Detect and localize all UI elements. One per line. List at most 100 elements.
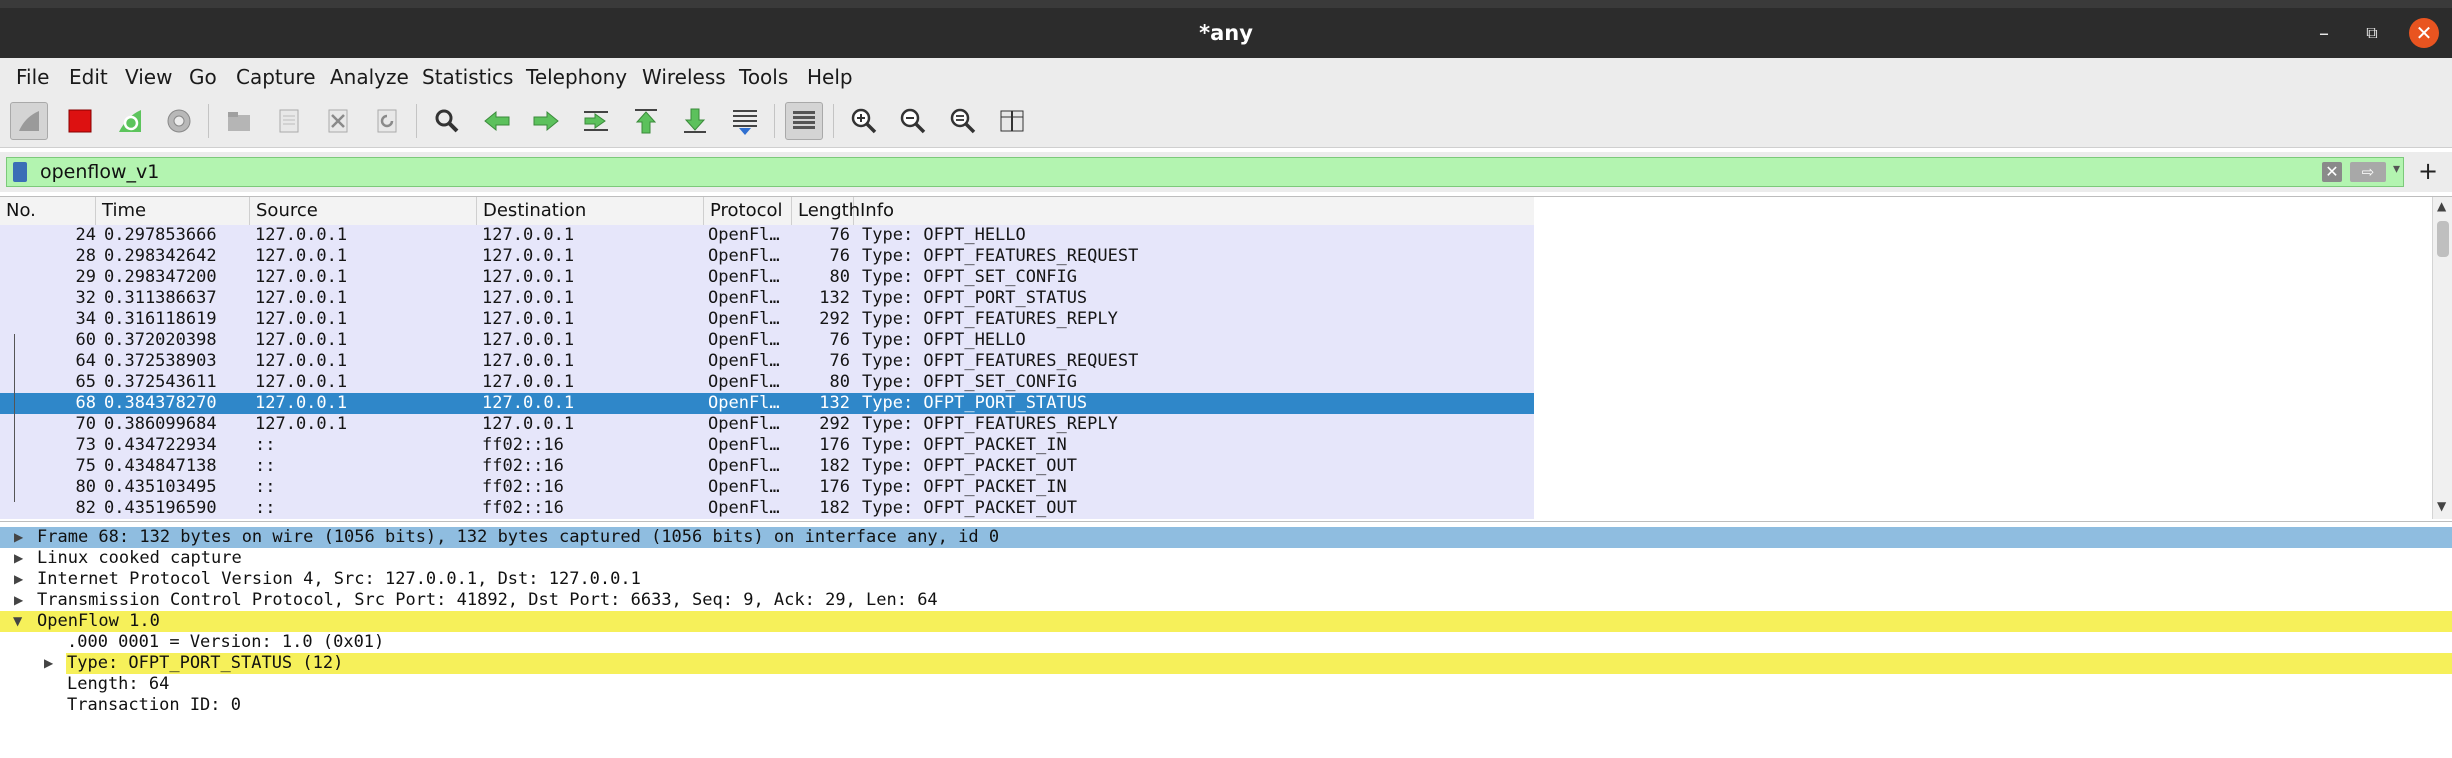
detail-tcp[interactable]: ▶ Transmission Control Protocol, Src Por… [0,590,2452,611]
expand-icon[interactable]: ▶ [14,590,23,611]
scrollbar-thumb[interactable] [2437,221,2449,257]
last-packet-icon[interactable] [676,102,714,140]
resize-columns-icon[interactable] [993,102,1031,140]
colorize-icon[interactable] [785,102,823,140]
packet-info: Type: OFPT_PORT_STATUS [862,393,1088,413]
expand-icon[interactable]: ▶ [14,569,23,590]
packet-row[interactable]: 32 0.311386637 127.0.0.1 127.0.0.1 OpenFl… 13… [0,288,1534,309]
packet-protocol: OpenFl… [708,309,780,329]
apply-filter-icon[interactable]: ⇨ [2350,162,2386,182]
zoom-out-icon[interactable] [894,102,932,140]
filter-history-dropdown-icon[interactable]: ▾ [2393,161,2400,177]
column-no[interactable]: No. [0,197,96,225]
menu-wireless[interactable]: Wireless [642,65,726,89]
detail-openflow[interactable]: ▼ OpenFlow 1.0 [0,611,2452,632]
maximize-button[interactable]: ⧉ [2358,19,2386,47]
packet-time: 0.434722934 [104,435,217,455]
add-filter-button[interactable]: + [2418,157,2438,185]
display-filter-input[interactable]: openflow_v1 ✕ ⇨ ▾ [6,157,2404,187]
menu-help[interactable]: Help [807,65,853,89]
menu-view[interactable]: View [125,65,172,89]
packet-row[interactable]: 29 0.298347200 127.0.0.1 127.0.0.1 OpenFl… 80… [0,267,1534,288]
packet-list-scrollbar[interactable]: ▲ ▼ [2432,197,2452,519]
column-source[interactable]: Source [250,197,477,225]
clear-filter-icon[interactable]: ✕ [2322,162,2342,182]
packet-source: 127.0.0.1 [255,267,348,287]
packet-row[interactable]: 75 0.434847138:: ff02::16 OpenFl… 182 Type: O… [0,456,1534,477]
expand-icon[interactable]: ▶ [14,527,23,548]
first-packet-icon[interactable] [627,102,665,140]
packet-row[interactable]: 24 0.297853666 127.0.0.1 127.0.0.1 OpenFl… 76… [0,225,1534,246]
detail-ip[interactable]: ▶ Internet Protocol Version 4, Src: 127.… [0,569,2452,590]
packet-row[interactable]: 70 0.386099684 127.0.0.1 127.0.0.1 OpenFl… 29… [0,414,1534,435]
packet-row[interactable]: 68 0.384378270 127.0.0.1 127.0.0.1 OpenFl… 13… [0,393,1534,414]
packet-row[interactable]: 60 0.372020398 127.0.0.1 127.0.0.1 OpenFl… 76… [0,330,1534,351]
stop-capture-icon[interactable] [61,102,99,140]
close-file-icon[interactable] [319,102,357,140]
menu-analyze[interactable]: Analyze [330,65,409,89]
packet-row[interactable]: 82 0.435196590:: ff02::16 OpenFl… 182 Type: O… [0,498,1534,519]
save-file-icon[interactable] [270,102,308,140]
scroll-down-icon[interactable]: ▼ [2437,499,2446,513]
detail-transaction-id[interactable]: Transaction ID: 0 [0,695,2452,716]
restart-capture-icon[interactable] [111,102,149,140]
menu-tools[interactable]: Tools [739,65,788,89]
menu-capture[interactable]: Capture [236,65,316,89]
packet-time: 0.435103495 [104,477,217,497]
bookmark-icon[interactable] [13,162,27,182]
packet-destination: 127.0.0.1 [482,330,575,350]
packet-protocol: OpenFl… [708,351,780,371]
shark-fin-icon[interactable] [10,102,48,140]
auto-scroll-icon[interactable] [726,102,764,140]
packet-row[interactable]: 65 0.372543611 127.0.0.1 127.0.0.1 OpenFl… 80… [0,372,1534,393]
packet-protocol: OpenFl… [708,393,780,413]
detail-length[interactable]: Length: 64 [0,674,2452,695]
go-to-packet-icon[interactable] [577,102,615,140]
go-forward-icon[interactable] [527,102,565,140]
column-protocol[interactable]: Protocol [704,197,792,225]
column-length[interactable]: Length [792,197,860,225]
packet-length: 80 [829,267,850,287]
detail-frame[interactable]: ▶ Frame 68: 132 bytes on wire (1056 bits… [0,527,2452,548]
menu-telephony[interactable]: Telephony [526,65,627,89]
filter-text[interactable]: openflow_v1 [40,161,159,183]
menu-edit[interactable]: Edit [69,65,108,89]
normal-size-icon[interactable] [944,102,982,140]
open-file-icon[interactable] [220,102,258,140]
column-time[interactable]: Time [96,197,250,225]
packet-source: 127.0.0.1 [255,309,348,329]
column-info[interactable]: Info [854,197,1534,225]
collapse-icon[interactable]: ▼ [13,611,22,632]
packet-row[interactable]: 28 0.298342642 127.0.0.1 127.0.0.1 OpenFl… 76… [0,246,1534,267]
packet-rows: 24 0.297853666 127.0.0.1 127.0.0.1 OpenFl… 76… [0,225,1534,519]
find-packet-icon[interactable] [428,102,466,140]
packet-row[interactable]: 34 0.316118619 127.0.0.1 127.0.0.1 OpenFl… 29… [0,309,1534,330]
scroll-up-icon[interactable]: ▲ [2437,199,2446,213]
packet-source: 127.0.0.1 [255,288,348,308]
menu-file[interactable]: File [16,65,49,89]
packet-time: 0.311386637 [104,288,217,308]
packet-row[interactable]: 80 0.435103495:: ff02::16 OpenFl… 176 Type: O… [0,477,1534,498]
packet-source: 127.0.0.1 [255,351,348,371]
capture-options-icon[interactable] [160,102,198,140]
packet-time: 0.434847138 [104,456,217,476]
packet-row[interactable]: 64 0.372538903 127.0.0.1 127.0.0.1 OpenFl… 76… [0,351,1534,372]
detail-linux-cooked[interactable]: ▶ Linux cooked capture [0,548,2452,569]
packet-source: 127.0.0.1 [255,414,348,434]
minimize-button[interactable]: – [2310,19,2338,47]
packet-length: 76 [829,225,850,245]
column-destination[interactable]: Destination [477,197,704,225]
close-button[interactable]: ✕ [2409,18,2439,48]
expand-icon[interactable]: ▶ [44,653,53,674]
detail-type[interactable]: ▶ Type: OFPT_PORT_STATUS (12) [0,653,2452,674]
packet-row[interactable]: 73 0.434722934:: ff02::16 OpenFl… 176 Type: O… [0,435,1534,456]
reload-file-icon[interactable] [368,102,406,140]
packet-no: 24 [75,225,96,245]
menu-statistics[interactable]: Statistics [422,65,513,89]
expand-icon[interactable]: ▶ [14,548,23,569]
detail-version[interactable]: .000 0001 = Version: 1.0 (0x01) [0,632,2452,653]
go-back-icon[interactable] [478,102,516,140]
packet-time: 0.386099684 [104,414,217,434]
menu-go[interactable]: Go [189,65,217,89]
zoom-in-icon[interactable] [845,102,883,140]
